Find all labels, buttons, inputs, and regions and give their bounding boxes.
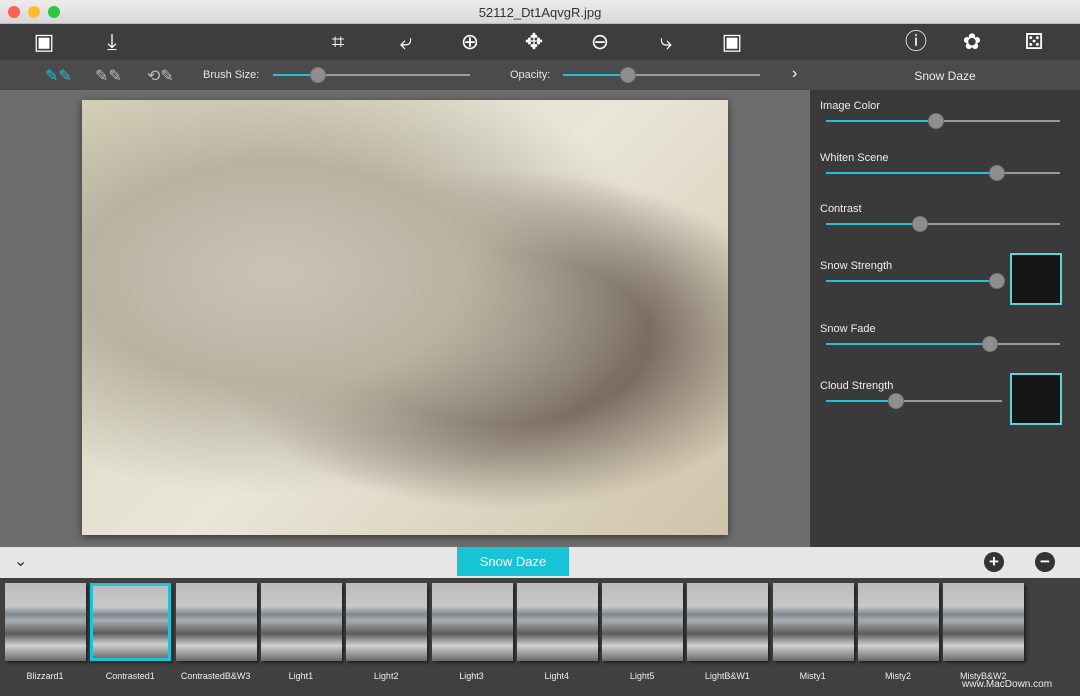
- preset-thumbnail[interactable]: [260, 583, 342, 661]
- preset-name: MistyB&W2: [960, 671, 1007, 681]
- preset-name: Blizzard1: [26, 671, 64, 681]
- preset-thumbnail[interactable]: [516, 583, 598, 661]
- preset-category-tab[interactable]: Snow Daze: [457, 547, 569, 576]
- undo-icon[interactable]: ⤶: [392, 28, 420, 56]
- opacity-label: Opacity:: [510, 69, 551, 81]
- slider-snow-fade[interactable]: [826, 336, 1060, 352]
- preset-name: Misty1: [799, 671, 826, 681]
- slider-whiten-scene[interactable]: [826, 165, 1060, 181]
- preset-bar: ⌄ Snow Daze + −: [0, 547, 1080, 578]
- preset-name: Misty2: [884, 671, 911, 681]
- slider-label: Snow Fade: [820, 323, 876, 335]
- preset-name: LightB&W1: [704, 671, 750, 681]
- brush-size-label: Brush Size:: [203, 69, 260, 81]
- preset-name: Contrasted1: [105, 671, 155, 681]
- chevron-right-icon[interactable]: ›: [792, 65, 797, 83]
- zoom-out-icon[interactable]: ⊖: [586, 28, 614, 56]
- slider-fill: [826, 223, 920, 225]
- slider-knob[interactable]: [911, 216, 928, 232]
- slider-knob[interactable]: [888, 393, 905, 409]
- title-bar: 52112_Dt1AqvgR.jpg: [0, 0, 1080, 24]
- slider-fill: [826, 172, 997, 174]
- preset-name: Light1: [288, 671, 314, 681]
- panel-title: Snow Daze: [914, 69, 976, 83]
- preset-thumbnail[interactable]: [5, 583, 86, 661]
- preset-strip: www.MacDown.com Blizzard1 Contrasted1 Cont…: [0, 578, 1080, 696]
- slider-contrast[interactable]: [826, 216, 1060, 232]
- settings-icon[interactable]: ✿: [958, 28, 986, 56]
- preset-thumbnail[interactable]: [772, 583, 854, 661]
- slider-fill: [563, 74, 628, 76]
- slider-fill: [826, 280, 997, 282]
- preset-name: Light4: [544, 671, 570, 681]
- texture-swatch[interactable]: [1010, 253, 1062, 305]
- preset-name: Light5: [629, 671, 655, 681]
- preset-thumbnail[interactable]: [858, 583, 939, 661]
- brush-paint-icon[interactable]: ✎✎: [45, 66, 72, 86]
- preset-name: Light2: [373, 671, 399, 681]
- slider-label: Whiten Scene: [820, 152, 889, 164]
- slider-image-color[interactable]: [826, 113, 1060, 129]
- edited-photo[interactable]: [82, 100, 728, 535]
- slider-label: Contrast: [820, 203, 862, 215]
- preset-name: Light3: [459, 671, 484, 681]
- zoom-in-icon[interactable]: ⊕: [456, 28, 484, 56]
- preset-thumbnail[interactable]: [687, 583, 769, 661]
- main-toolbar: ▣ ⤓ ⌗ ⤶ ⊕ ✥ ⊖ ⤷ ▣ ⓘ ✿ ⚄: [0, 24, 1080, 60]
- preset-thumbnail[interactable]: [431, 583, 513, 661]
- slider-knob[interactable]: [988, 165, 1005, 181]
- slider-fill: [826, 120, 936, 122]
- slider-fill: [826, 343, 990, 345]
- preset-thumbnail[interactable]: [90, 583, 172, 661]
- window-title: 52112_Dt1AqvgR.jpg: [478, 5, 602, 20]
- slider-knob[interactable]: [620, 67, 636, 83]
- slider-knob[interactable]: [988, 273, 1005, 289]
- move-icon[interactable]: ✥: [520, 28, 548, 56]
- slider-label: Cloud Strength: [820, 380, 894, 392]
- random-dice-icon[interactable]: ⚄: [1020, 28, 1048, 56]
- remove-preset-button[interactable]: −: [1035, 552, 1055, 572]
- slider-knob[interactable]: [927, 113, 944, 129]
- brush-erase-icon[interactable]: ✎✎: [95, 66, 122, 86]
- slider-label: Image Color: [820, 100, 880, 112]
- crop-icon[interactable]: ⌗: [324, 28, 352, 56]
- slider-snow-strength[interactable]: [826, 273, 1005, 289]
- slider-label: Snow Strength: [820, 260, 893, 272]
- chevron-down-icon[interactable]: ⌄: [14, 551, 27, 571]
- slider-knob[interactable]: [310, 67, 327, 83]
- add-preset-button[interactable]: +: [984, 552, 1004, 572]
- brush-reset-icon[interactable]: ⟲✎: [147, 66, 174, 86]
- opacity-slider[interactable]: [563, 67, 760, 83]
- effect-settings-panel: Image Color Whiten Scene Contrast Snow Stre…: [810, 90, 1080, 547]
- preset-name: ContrastedB&W3: [180, 671, 251, 681]
- fit-image-icon[interactable]: ▣: [718, 28, 746, 56]
- preset-thumbnail[interactable]: [346, 583, 428, 661]
- brush-size-slider[interactable]: [273, 67, 470, 83]
- preset-thumbnail[interactable]: [602, 583, 684, 661]
- slider-fill: [826, 400, 897, 402]
- redo-icon[interactable]: ⤷: [652, 28, 680, 56]
- texture-swatch[interactable]: [1010, 373, 1062, 425]
- info-icon[interactable]: ⓘ: [902, 28, 930, 56]
- preset-thumbnail[interactable]: [943, 583, 1025, 661]
- slider-knob[interactable]: [981, 336, 998, 352]
- preset-thumbnail[interactable]: [175, 583, 257, 661]
- open-image-icon[interactable]: ▣: [30, 28, 58, 56]
- slider-cloud-strength[interactable]: [826, 393, 1002, 409]
- brush-toolbar: ✎✎ ✎✎ ⟲✎ Brush Size: Opacity: › Snow Daz…: [0, 60, 1080, 90]
- save-icon[interactable]: ⤓: [98, 28, 126, 56]
